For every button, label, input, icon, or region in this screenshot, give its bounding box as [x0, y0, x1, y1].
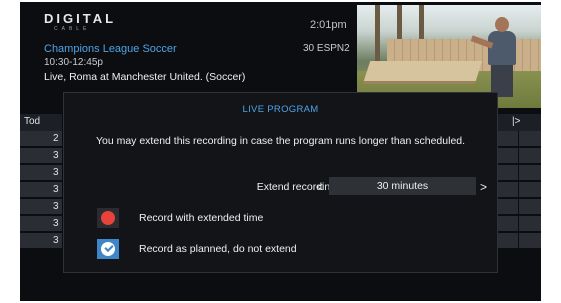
- preview-board: [363, 61, 483, 81]
- check-mark: [101, 242, 115, 256]
- guide-tab-label: Tod: [24, 116, 41, 127]
- program-time: 10:30-12:45p: [44, 57, 103, 68]
- guide-row-label: 3: [53, 184, 59, 195]
- extend-duration-selector[interactable]: 30 minutes: [329, 177, 476, 195]
- guide-cell[interactable]: [498, 131, 518, 147]
- guide-row-label: 3: [53, 235, 59, 246]
- guide-cell[interactable]: [498, 199, 518, 215]
- guide-cell[interactable]: [498, 165, 518, 181]
- person-head: [495, 17, 509, 32]
- guide-cell[interactable]: [519, 148, 541, 164]
- guide-row[interactable]: 3: [20, 216, 62, 232]
- guide-row[interactable]: 3: [20, 233, 62, 249]
- logo-sub-text: CABLE: [54, 26, 91, 32]
- guide-cell[interactable]: [498, 233, 518, 249]
- guide-row[interactable]: 3: [20, 165, 62, 181]
- guide-row[interactable]: 2: [20, 131, 62, 147]
- guide-cell[interactable]: [519, 182, 541, 198]
- guide-row-label: 3: [53, 167, 59, 178]
- program-channel: 30 ESPN2: [303, 43, 350, 54]
- guide-tab-today[interactable]: Tod: [20, 114, 62, 131]
- record-dot-icon: [97, 208, 119, 228]
- red-dot: [101, 211, 115, 225]
- program-title: Champions League Soccer: [44, 43, 177, 55]
- guide-row-label: 3: [53, 201, 59, 212]
- guide-row-label: 3: [53, 150, 59, 161]
- guide-row[interactable]: 3: [20, 199, 62, 215]
- dialog-title: LIVE PROGRAM: [242, 104, 319, 115]
- guide-row-label: 2: [53, 133, 59, 144]
- guide-cell[interactable]: [498, 216, 518, 232]
- person-torso: [488, 31, 516, 65]
- guide-row[interactable]: 3: [20, 148, 62, 164]
- guide-cell[interactable]: [498, 148, 518, 164]
- live-program-dialog: LIVE PROGRAM You may extend this recordi…: [63, 92, 498, 273]
- check-circle-icon: [97, 239, 119, 259]
- chevron-right-icon[interactable]: >: [480, 180, 487, 194]
- option-label: Record as planned, do not extend: [139, 243, 297, 255]
- tv-screen: DIGITAL CABLE 2:01pm Champions League So…: [20, 2, 541, 301]
- program-description: Live, Roma at Manchester United. (Soccer…: [44, 71, 246, 83]
- guide-cell[interactable]: [498, 182, 518, 198]
- guide-row-label: 3: [53, 218, 59, 229]
- guide-cell[interactable]: [519, 131, 541, 147]
- option-label: Record with extended time: [139, 212, 264, 224]
- option-record-as-planned[interactable]: Record as planned, do not extend: [97, 239, 327, 261]
- guide-cell[interactable]: [519, 216, 541, 232]
- option-record-extended[interactable]: Record with extended time: [97, 208, 327, 230]
- extend-recording-label: Extend recording:: [256, 181, 339, 193]
- guide-row[interactable]: 3: [20, 182, 62, 198]
- clock: 2:01pm: [310, 19, 347, 31]
- guide-cell[interactable]: [519, 233, 541, 249]
- brand-logo: DIGITAL CABLE: [44, 12, 116, 32]
- dialog-message: You may extend this recording in case th…: [95, 135, 466, 147]
- guide-next-arrow[interactable]: |>: [498, 114, 541, 131]
- chevron-left-icon[interactable]: <: [316, 180, 323, 194]
- guide-cell[interactable]: [519, 199, 541, 215]
- guide-cell[interactable]: [519, 165, 541, 181]
- preview-person: [470, 17, 519, 97]
- logo-main-text: DIGITAL: [44, 11, 117, 26]
